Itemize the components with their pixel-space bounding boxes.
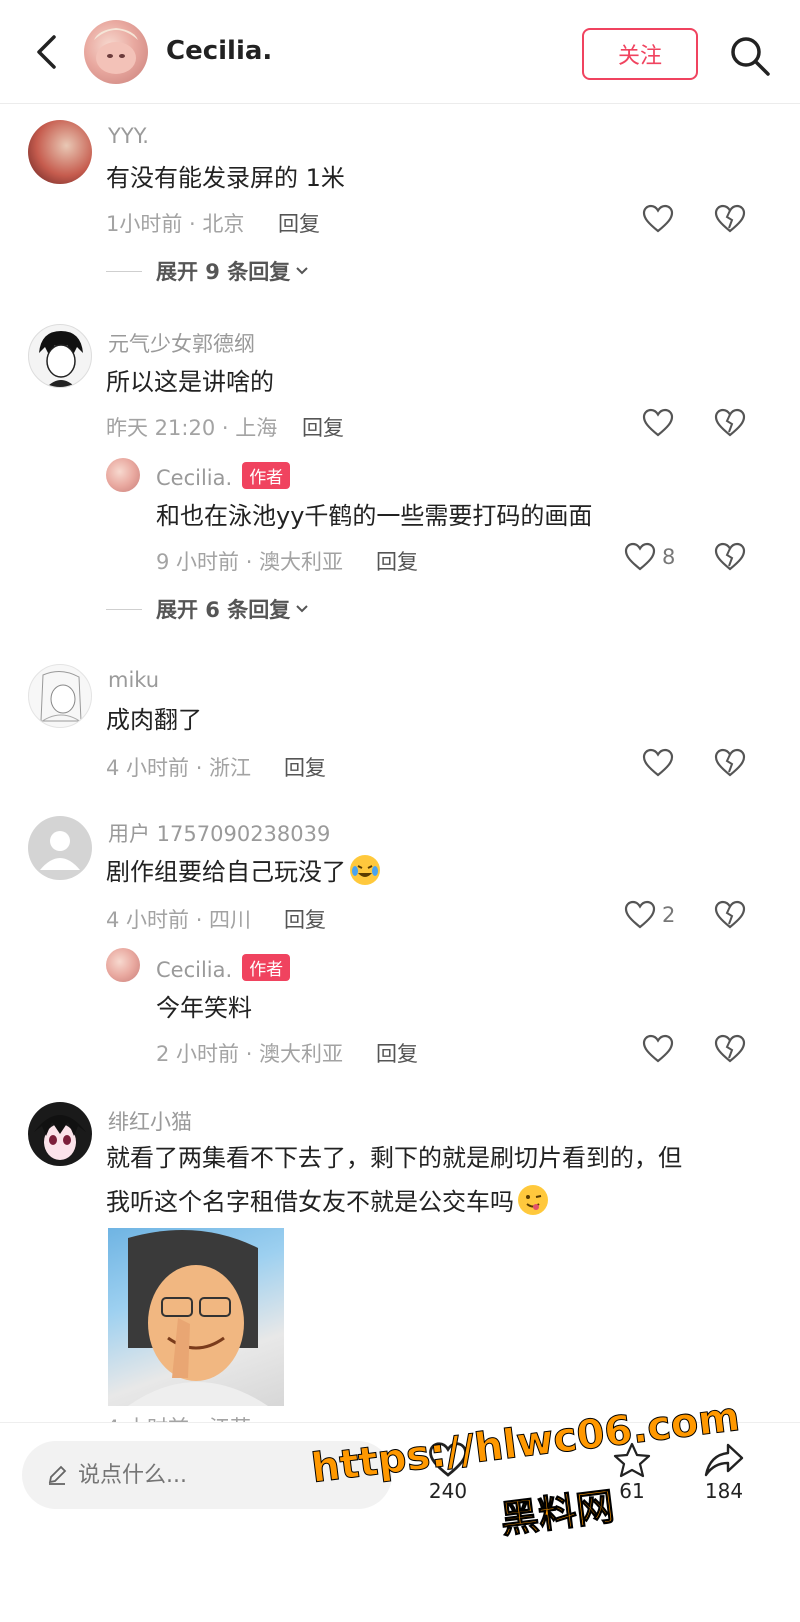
comment-meta: 4 小时前 · 浙江 bbox=[106, 756, 252, 780]
author-avatar[interactable] bbox=[84, 20, 148, 84]
broken-heart-icon bbox=[714, 900, 746, 929]
comment-text: 所以这是讲啥的 bbox=[106, 368, 274, 396]
pencil-icon bbox=[48, 1465, 67, 1485]
expand-label: 展开 6 条回复 bbox=[156, 598, 291, 622]
reply-button[interactable]: 回复 bbox=[284, 904, 326, 934]
share-count: 184 bbox=[704, 1479, 744, 1503]
heart-icon bbox=[642, 748, 674, 777]
dislike-button[interactable] bbox=[714, 408, 746, 442]
reply-username-text: Cecilia. bbox=[156, 466, 233, 490]
like-button[interactable]: 2 bbox=[624, 900, 675, 930]
broken-heart-icon bbox=[714, 408, 746, 437]
dislike-button[interactable] bbox=[714, 900, 746, 934]
author-avatar-small[interactable] bbox=[106, 948, 140, 982]
author-name[interactable]: Cecilia. bbox=[166, 36, 272, 66]
comment-image[interactable] bbox=[108, 1228, 284, 1406]
comment-text: 剧作组要给自己玩没了 bbox=[106, 850, 380, 894]
avatar[interactable] bbox=[28, 120, 92, 184]
reply-button[interactable]: 回复 bbox=[376, 546, 418, 576]
reply-button[interactable]: 回复 bbox=[302, 412, 344, 442]
dislike-button[interactable] bbox=[714, 1034, 746, 1068]
comment-meta: 1小时前 · 北京 bbox=[106, 212, 245, 236]
like-button[interactable] bbox=[642, 204, 674, 234]
search-button[interactable] bbox=[728, 34, 772, 78]
reply-button[interactable]: 回复 bbox=[278, 208, 320, 238]
share-button[interactable]: 184 bbox=[702, 1441, 746, 1503]
heart-icon bbox=[642, 1034, 674, 1063]
broken-heart-icon bbox=[714, 204, 746, 233]
author-avatar-small[interactable] bbox=[106, 458, 140, 492]
chevron-left-icon bbox=[37, 35, 56, 69]
expand-replies-button[interactable]: 展开 6 条回复 bbox=[106, 594, 310, 624]
avatar[interactable] bbox=[28, 324, 92, 388]
heart-icon bbox=[624, 900, 656, 929]
chevron-down-icon bbox=[296, 267, 308, 275]
broken-heart-icon bbox=[714, 748, 746, 777]
divider bbox=[106, 270, 142, 272]
like-count: 2 bbox=[662, 903, 676, 927]
like-count: 240 bbox=[428, 1479, 468, 1503]
like-button[interactable] bbox=[642, 748, 674, 778]
avatar[interactable] bbox=[28, 1102, 92, 1166]
reply-button[interactable]: 回复 bbox=[284, 752, 326, 782]
reply-username[interactable]: Cecilia. 作者 bbox=[156, 954, 291, 982]
broken-heart-icon bbox=[714, 542, 746, 571]
comment-meta: 昨天 21:20 · 上海 bbox=[106, 416, 278, 440]
comment-text-line1: 就看了两集看不下去了，剩下的就是刷切片看到的，但 bbox=[106, 1144, 682, 1172]
heart-icon bbox=[642, 408, 674, 437]
dislike-button[interactable] bbox=[714, 542, 746, 576]
dislike-button[interactable] bbox=[714, 748, 746, 782]
back-button[interactable] bbox=[28, 30, 64, 74]
user-icon bbox=[40, 831, 80, 870]
laugh-cry-emoji-icon bbox=[350, 855, 380, 885]
heart-icon bbox=[624, 542, 656, 571]
like-button[interactable]: 8 bbox=[624, 542, 675, 572]
reply-meta: 9 小时前 · 澳大利亚 bbox=[156, 550, 344, 574]
reply-text: 今年笑料 bbox=[156, 994, 252, 1022]
star-count: 61 bbox=[619, 1479, 645, 1503]
dislike-button[interactable] bbox=[714, 204, 746, 238]
reply-meta: 2 小时前 · 澳大利亚 bbox=[156, 1042, 344, 1066]
heart-icon bbox=[642, 204, 674, 233]
comment-text: 成肉翻了 bbox=[106, 706, 202, 734]
comment-text-line2: 我听这个名字租借女友不就是公交车吗 bbox=[106, 1180, 548, 1224]
author-badge: 作者 bbox=[242, 954, 291, 981]
divider bbox=[106, 608, 142, 610]
comment-text-content: 我听这个名字租借女友不就是公交车吗 bbox=[106, 1188, 514, 1216]
comment-text: 有没有能发录屏的 1米 bbox=[106, 164, 345, 192]
like-button[interactable] bbox=[642, 1034, 674, 1064]
comment-username[interactable]: 绯红小猫 bbox=[108, 1106, 192, 1136]
reply-username-text: Cecilia. bbox=[156, 958, 233, 982]
comment-text-content: 剧作组要给自己玩没了 bbox=[106, 858, 346, 886]
reply-button[interactable]: 回复 bbox=[376, 1038, 418, 1068]
reply-username[interactable]: Cecilia. 作者 bbox=[156, 462, 291, 490]
wink-tongue-emoji-icon bbox=[518, 1185, 548, 1215]
expand-label: 展开 9 条回复 bbox=[156, 260, 291, 284]
share-icon bbox=[704, 1443, 744, 1477]
search-icon bbox=[731, 37, 770, 76]
comment-username[interactable]: 元气少女郭德纲 bbox=[108, 328, 255, 358]
chevron-down-icon bbox=[296, 605, 308, 613]
expand-replies-button[interactable]: 展开 9 条回复 bbox=[106, 256, 310, 286]
broken-heart-icon bbox=[714, 1034, 746, 1063]
author-badge: 作者 bbox=[242, 462, 291, 489]
like-count: 8 bbox=[662, 545, 676, 569]
comment-meta: 4 小时前 · 四川 bbox=[106, 908, 252, 932]
top-bar: Cecilia. 关注 bbox=[0, 0, 800, 104]
follow-button[interactable]: 关注 bbox=[582, 28, 698, 80]
avatar[interactable] bbox=[28, 664, 92, 728]
comment-username[interactable]: YYY. bbox=[108, 124, 149, 148]
reply-text: 和也在泳池yy千鹤的一些需要打码的画面 bbox=[156, 502, 593, 530]
like-button[interactable] bbox=[642, 408, 674, 438]
default-avatar[interactable] bbox=[28, 816, 92, 880]
comment-username[interactable]: 用户 1757090238039 bbox=[108, 818, 330, 848]
comment-username[interactable]: miku bbox=[108, 668, 159, 692]
